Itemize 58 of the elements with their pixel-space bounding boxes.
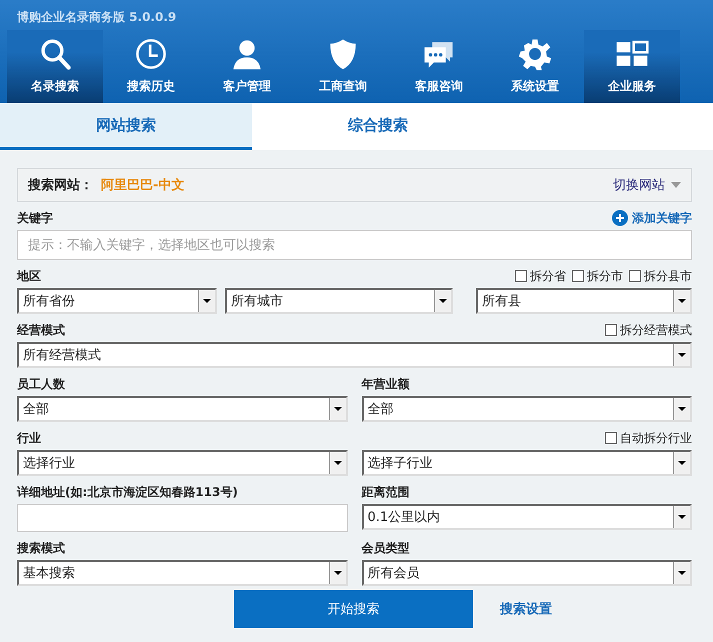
nav-tab[interactable]: 企业服务 bbox=[584, 30, 680, 103]
clock-icon bbox=[134, 37, 168, 71]
search-settings-link[interactable]: 搜索设置 bbox=[500, 590, 552, 628]
dropdown[interactable]: 所有县 bbox=[476, 288, 692, 314]
dropdown-arrow-icon bbox=[334, 407, 342, 411]
dropdown-arrow-icon bbox=[334, 461, 342, 465]
dropdown[interactable]: 选择子行业 bbox=[362, 450, 692, 476]
field-label: 搜索模式 bbox=[17, 540, 65, 556]
checkbox[interactable]: 拆分县市 bbox=[629, 268, 692, 284]
field-label: 地区 bbox=[17, 268, 41, 284]
dropdown[interactable]: 全部 bbox=[362, 396, 692, 422]
dropdown-arrow-icon bbox=[678, 515, 686, 519]
nav-tab[interactable]: 客服咨询 bbox=[391, 30, 487, 103]
dropdown[interactable]: 所有省份 bbox=[17, 288, 217, 314]
dropdown[interactable]: 全部 bbox=[17, 396, 348, 422]
add-keyword-button[interactable]: 添加关键字 bbox=[612, 210, 692, 226]
tab[interactable]: 网站搜索 bbox=[0, 103, 252, 150]
checkbox[interactable]: 自动拆分行业 bbox=[605, 430, 692, 446]
dropdown-arrow-icon bbox=[334, 571, 342, 575]
field-label: 距离范围 bbox=[362, 484, 410, 500]
text-field[interactable]: 提示：不输入关键字，选择地区也可以搜索 bbox=[17, 230, 692, 260]
field-label: 详细地址(如:北京市海淀区知春路113号) bbox=[17, 484, 238, 500]
site-name: 阿里巴巴-中文 bbox=[101, 176, 184, 194]
field-label: 年营业额 bbox=[362, 376, 410, 392]
dropdown-arrow-icon bbox=[203, 299, 211, 303]
window-title: 博购企业名录商务版 5.0.0.9 bbox=[16, 9, 178, 26]
dropdown-arrow-icon bbox=[439, 299, 447, 303]
dropdown[interactable]: 所有经营模式 bbox=[17, 342, 692, 368]
caret-icon bbox=[671, 182, 681, 188]
dropdown[interactable]: 选择行业 bbox=[17, 450, 348, 476]
field-label: 员工人数 bbox=[17, 376, 65, 392]
field-label: 会员类型 bbox=[362, 540, 410, 556]
site-label: 搜索网站： bbox=[28, 176, 93, 194]
switch-site-dropdown[interactable]: 切换网站 bbox=[613, 176, 681, 194]
nav-tab[interactable]: 客户管理 bbox=[199, 30, 295, 103]
dropdown-arrow-icon bbox=[678, 461, 686, 465]
nav-tab[interactable]: 系统设置 bbox=[487, 30, 583, 103]
nav-tab[interactable]: 搜索历史 bbox=[103, 30, 199, 103]
nav-tab[interactable]: 工商查询 bbox=[295, 30, 391, 103]
dropdown[interactable]: 所有城市 bbox=[225, 288, 453, 314]
checkbox[interactable]: 拆分经营模式 bbox=[605, 322, 692, 338]
field-label: 行业 bbox=[17, 430, 41, 446]
dropdown[interactable]: 0.1公里以内 bbox=[362, 504, 692, 530]
field-label: 关键字 bbox=[17, 210, 53, 226]
dropdown-arrow-icon bbox=[678, 407, 686, 411]
dropdown-arrow-icon bbox=[678, 353, 686, 357]
dropdown[interactable]: 基本搜索 bbox=[17, 560, 348, 586]
dropdown-arrow-icon bbox=[678, 299, 686, 303]
nav-tab[interactable]: 名录搜索 bbox=[7, 30, 103, 103]
plus-icon bbox=[612, 210, 628, 226]
text-field[interactable] bbox=[17, 504, 348, 532]
checkbox[interactable]: 拆分省 bbox=[515, 268, 566, 284]
field-label: 经营模式 bbox=[17, 322, 65, 338]
dropdown[interactable]: 所有会员 bbox=[362, 560, 692, 586]
checkbox[interactable]: 拆分市 bbox=[572, 268, 623, 284]
dropdown-arrow-icon bbox=[678, 571, 686, 575]
start-search-button[interactable]: 开始搜索 bbox=[234, 590, 473, 628]
settings-icon bbox=[518, 37, 552, 71]
